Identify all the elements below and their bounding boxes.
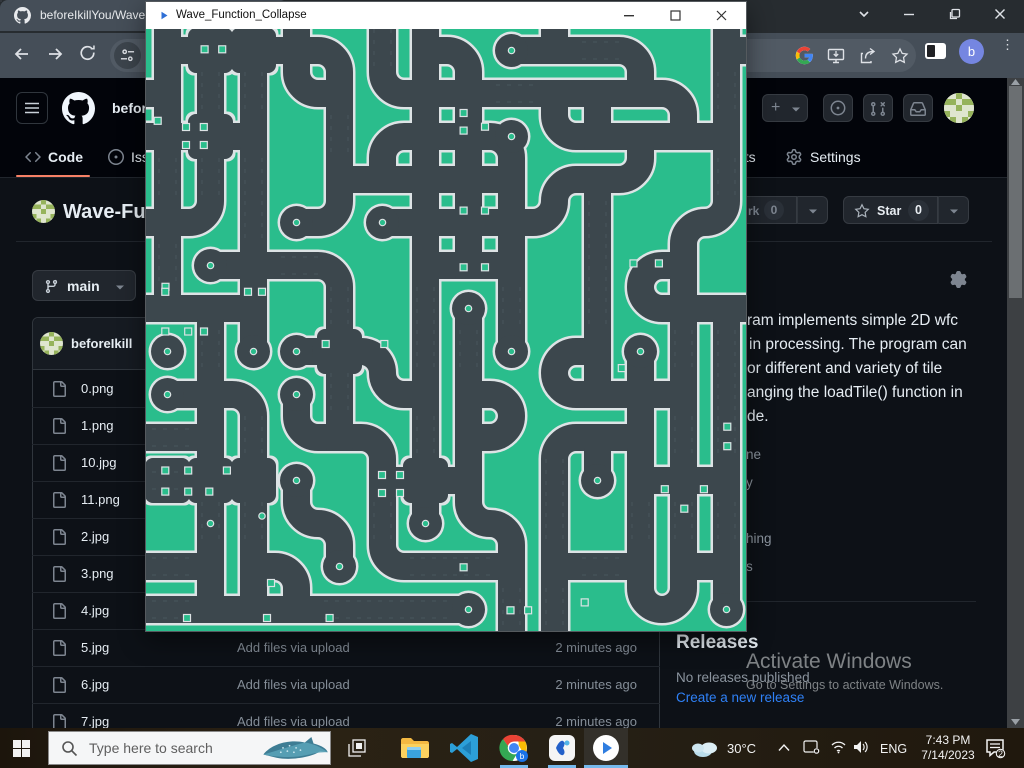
svg-text:2: 2	[998, 749, 1003, 759]
svg-text:b: b	[520, 752, 525, 761]
